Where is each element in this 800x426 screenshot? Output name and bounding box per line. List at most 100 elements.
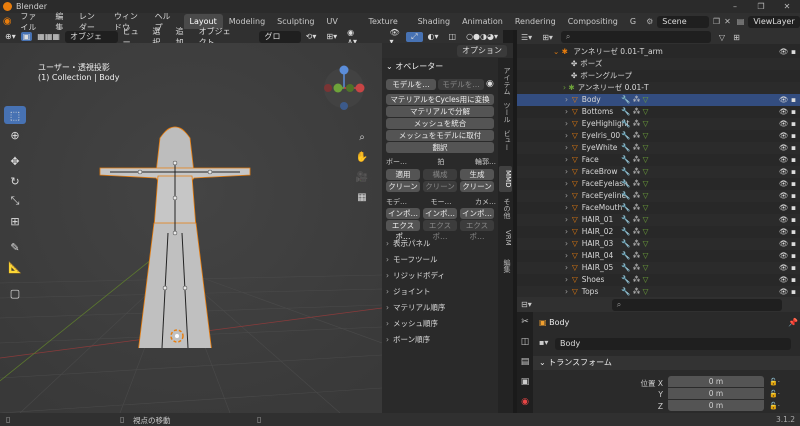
add-cube-tool-icon[interactable]: ▢ <box>4 284 26 302</box>
mode-dropdown[interactable]: オブジェク… <box>64 30 118 53</box>
outliner-object-row[interactable]: › ▽ Shoes 🔧 ⁂ ▽ 👁 ▪ <box>517 274 800 286</box>
shading-modes-icon[interactable]: ○●◑◕▾ <box>461 32 503 41</box>
annotate-tool-icon[interactable]: ✎ <box>4 238 26 256</box>
model-button-2[interactable]: モデルを… <box>438 79 484 90</box>
outliner-object-row[interactable]: › ▽ FaceEyelash 🔧 ⁂ ▽ 👁 ▪ <box>517 178 800 190</box>
origin-cursor-icon[interactable] <box>162 326 192 346</box>
tab-other[interactable]: その他 <box>499 196 512 220</box>
expand-arrow-icon[interactable]: › <box>565 155 568 164</box>
export-model-button[interactable]: エクスポ… <box>386 220 420 241</box>
tab-more[interactable]: G <box>624 14 642 29</box>
tab-item[interactable]: アイテム <box>499 66 512 96</box>
navigation-gizmo[interactable] <box>318 63 368 118</box>
modifier-icons[interactable]: 🔧 ⁂ ▽ <box>621 166 648 178</box>
tab-view[interactable]: ビュー <box>499 128 512 152</box>
outliner-object-row[interactable]: › ▽ EyeIris_00 🔧 ⁂ ▽ 👁 ▪ <box>517 130 800 142</box>
display-panel-section[interactable]: 表示パネル <box>386 238 496 249</box>
grid-icon[interactable]: ▦ <box>355 188 369 208</box>
view-layer-field[interactable]: ViewLayer <box>748 15 800 28</box>
join-meshes-button[interactable]: メッシュを統合 <box>386 118 494 129</box>
measure-tool-icon[interactable]: 📐 <box>4 258 26 276</box>
modifier-icons[interactable]: 🔧 ⁂ ▽ <box>621 94 648 106</box>
select-mode-icon[interactable]: ▦▦▦ <box>32 32 65 41</box>
gizmo-icon[interactable]: ⤢ <box>406 31 423 42</box>
move-tool-icon[interactable]: ✥ <box>4 152 26 170</box>
modifier-icons[interactable]: 🔧 ⁂ ▽ <box>621 214 648 226</box>
tab-mmd[interactable]: MMD <box>499 166 512 192</box>
select-tool-icon[interactable]: ⬚ <box>4 106 26 124</box>
model-toggle-icon[interactable]: ◉ <box>486 79 494 89</box>
visibility-eye-icon[interactable]: 👁 ▪ <box>779 106 796 118</box>
transform-tool-icon[interactable]: ⊞ <box>4 212 26 230</box>
translate-button[interactable]: 翻訳 <box>386 142 494 153</box>
clean-button-2[interactable]: クリーン <box>423 181 457 192</box>
visibility-eye-icon[interactable]: 👁 ▪ <box>779 250 796 262</box>
camera-icon[interactable]: 🎥 <box>355 168 369 188</box>
modifier-icons[interactable]: 🔧 ⁂ ▽ <box>621 130 648 142</box>
character-model[interactable] <box>90 118 265 348</box>
outliner-object-row[interactable]: › ▽ HAIR_02 🔧 ⁂ ▽ 👁 ▪ <box>517 226 800 238</box>
scene-props-icon[interactable]: ◉ <box>517 392 533 412</box>
expand-arrow-icon[interactable]: › <box>565 263 568 272</box>
expand-arrow-icon[interactable]: › <box>565 275 568 284</box>
visibility-eye-icon[interactable]: 👁 ▪ <box>779 274 796 286</box>
outliner-editor-icon[interactable]: ☰▾ <box>521 33 532 42</box>
properties-search-input[interactable]: ⌕ <box>611 298 782 311</box>
expand-arrow-icon[interactable]: › <box>565 239 568 248</box>
bone-order-section[interactable]: ボーン順序 <box>386 334 496 345</box>
pivot-icon[interactable]: ⟲▾ <box>301 32 322 41</box>
modifier-icons[interactable]: 🔧 ⁂ ▽ <box>621 262 648 274</box>
expand-arrow-icon[interactable]: › <box>565 119 568 128</box>
visibility-eye-icon[interactable]: 👁 ▪ <box>779 166 796 178</box>
options-dropdown[interactable]: オプション <box>457 44 507 57</box>
visibility-eye-icon[interactable]: 👁 ▪ <box>779 178 796 190</box>
location-x-field[interactable]: 0 m <box>668 376 764 387</box>
import-model-button[interactable]: インポ… <box>386 208 420 219</box>
pin-icon[interactable]: 📌 <box>788 318 798 327</box>
output-props-icon[interactable]: ▤ <box>517 352 533 372</box>
visibility-eye-icon[interactable]: 👁 ▪ <box>779 154 796 166</box>
minimize-icon[interactable]: – <box>722 0 748 13</box>
modifier-icons[interactable]: 🔧 ⁂ ▽ <box>621 178 648 190</box>
blender-menu-icon[interactable]: ◉ <box>0 16 14 27</box>
expand-arrow-icon[interactable]: › <box>565 287 568 296</box>
tool-props-icon[interactable]: ✂ <box>517 312 533 332</box>
transform-section[interactable]: ⌄ トランスフォーム <box>533 356 800 370</box>
visibility-eye-icon[interactable]: 👁 ▪ <box>779 118 796 130</box>
joint-section[interactable]: ジョイント <box>386 286 496 297</box>
modifier-icons[interactable]: 🔧 ⁂ ▽ <box>621 274 648 286</box>
select-box-icon[interactable]: ▣ <box>20 32 33 41</box>
modifier-icons[interactable]: 🔧 ⁂ ▽ <box>621 118 648 130</box>
outliner-armature-row[interactable]: ⌄ ✱ アンネリーゼ 0.01-T_arm 👁 ▪ <box>517 46 800 58</box>
outliner-pose-row[interactable]: ✤ ポーズ <box>517 58 800 70</box>
outliner-object-row[interactable]: › ▽ FaceBrow 🔧 ⁂ ▽ 👁 ▪ <box>517 166 800 178</box>
export-camera-button[interactable]: エクスポ… <box>460 220 494 241</box>
expand-arrow-icon[interactable]: › <box>565 215 568 224</box>
filter-icon[interactable]: ▽ <box>719 33 725 42</box>
convert-material-cycles-button[interactable]: マテリアルをCycles用に変換 <box>386 94 494 105</box>
render-props-icon[interactable]: ◫ <box>517 332 533 352</box>
modifier-icons[interactable]: 🔧 ⁂ ▽ <box>621 226 648 238</box>
zoom-icon[interactable]: ⌕ <box>355 128 369 148</box>
maximize-icon[interactable]: ❐ <box>748 0 774 13</box>
clean-button-1[interactable]: クリーン <box>386 181 420 192</box>
tab-compositing[interactable]: Compositing <box>562 14 624 29</box>
import-camera-button[interactable]: インポ… <box>460 208 494 219</box>
new-collection-icon[interactable]: ⊞ <box>733 33 740 42</box>
editor-type-icon[interactable]: ⊕▾ <box>0 32 21 41</box>
object-type-icon[interactable]: ▪▾ <box>539 338 548 347</box>
outliner-object-row[interactable]: › ▽ HAIR_03 🔧 ⁂ ▽ 👁 ▪ <box>517 238 800 250</box>
tab-sculpting[interactable]: Sculpting <box>271 14 320 29</box>
expand-arrow-icon[interactable]: › <box>565 107 568 116</box>
model-button-1[interactable]: モデルを… <box>386 79 436 90</box>
modifier-icons[interactable]: 🔧 ⁂ ▽ <box>621 106 648 118</box>
tab-animation[interactable]: Animation <box>456 14 509 29</box>
rotate-tool-icon[interactable]: ↻ <box>4 172 26 190</box>
outliner-object-row[interactable]: › ▽ Bottoms 🔧 ⁂ ▽ 👁 ▪ <box>517 106 800 118</box>
expand-arrow-icon[interactable]: › <box>565 251 568 260</box>
modifier-icons[interactable]: 🔧 ⁂ ▽ <box>621 154 648 166</box>
outliner-object-row[interactable]: › ▽ EyeHighlight 🔧 ⁂ ▽ 👁 ▪ <box>517 118 800 130</box>
properties-editor-icon[interactable]: ⊟▾ <box>521 300 532 309</box>
attach-meshes-button[interactable]: メッシュをモデルに取付 <box>386 130 494 141</box>
location-y-field[interactable]: 0 m <box>668 388 764 399</box>
